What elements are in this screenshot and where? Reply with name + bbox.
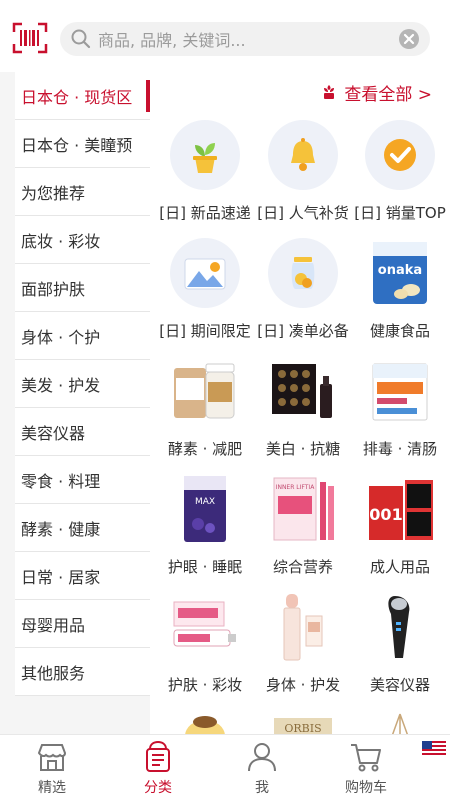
check-badge-icon xyxy=(365,120,435,190)
category-label: 健康食品 xyxy=(369,322,430,340)
tab-label: 我 xyxy=(255,780,269,796)
sidebar-item-japan-contacts[interactable]: 日本仓 · 美瞳预 xyxy=(15,120,150,168)
beauty-device xyxy=(365,592,435,662)
category-bag-icon xyxy=(146,741,170,772)
cart-icon xyxy=(351,744,381,772)
category-label: 身体 · 护发 xyxy=(265,676,341,694)
tripod-stand xyxy=(365,710,435,734)
person-icon xyxy=(248,743,276,772)
blueberry-supplement-pack: MAX xyxy=(170,474,240,544)
category-label: 美白 · 抗糖 xyxy=(265,440,341,458)
top-header: 商品, 品牌, 关键词... xyxy=(0,0,450,72)
category-label: [日] 新品速递 xyxy=(159,204,251,222)
sidebar-item-home[interactable]: 日常 · 居家 xyxy=(15,552,150,600)
search-bar[interactable]: 商品, 品牌, 关键词... xyxy=(60,22,430,56)
category-label: 成人用品 xyxy=(369,558,430,576)
svg-text:INNER LIFTIA: INNER LIFTIA xyxy=(276,484,316,491)
clear-search-icon[interactable] xyxy=(398,28,420,50)
detox-supplement-box xyxy=(365,356,435,426)
store-icon xyxy=(37,744,67,771)
tab-category[interactable]: 分类 xyxy=(118,741,198,799)
black-gift-box xyxy=(268,356,338,426)
bell-icon xyxy=(268,120,338,190)
search-placeholder[interactable]: 商品, 品牌, 关键词... xyxy=(98,27,398,51)
sidebar-item-label: 母婴用品 xyxy=(21,615,86,635)
category-label: 综合营养 xyxy=(272,558,333,576)
flower-icon xyxy=(324,85,335,99)
sidebar-item-hair-care[interactable]: 美发 · 护发 xyxy=(15,360,150,408)
category-label: 美容仪器 xyxy=(369,676,430,694)
sidebar-item-beauty-devices[interactable]: 美容仪器 xyxy=(15,408,150,456)
coin-jar-icon xyxy=(268,238,338,308)
tab-featured[interactable]: 精选 xyxy=(12,741,92,799)
view-all-link[interactable]: 查看全部 > xyxy=(320,80,432,105)
sidebar-item-label: 其他服务 xyxy=(21,663,86,683)
sidebar-item-label: 零食 · 料理 xyxy=(21,471,101,491)
svg-text:001: 001 xyxy=(369,505,402,524)
category-label: 护肤 · 彩妆 xyxy=(167,676,243,694)
category-label: [日] 销量TOP xyxy=(354,204,446,222)
inner-lifta-box: INNER LIFTIA xyxy=(268,474,338,544)
category-label: 酵素 · 减肥 xyxy=(167,440,243,458)
sidebar-item-facial-care[interactable]: 面部护肤 xyxy=(15,264,150,312)
category-label: [日] 人气补货 xyxy=(257,204,349,222)
enzyme-bottle xyxy=(170,356,240,426)
category-label: 排毒 · 清肠 xyxy=(362,440,438,458)
category-label: [日] 期间限定 xyxy=(159,322,251,340)
pompompurin-plush xyxy=(170,710,240,734)
mountain-sun-icon xyxy=(170,238,240,308)
category-label: [日] 凑单必备 xyxy=(257,322,349,340)
sidebar-item-body-care[interactable]: 身体 · 个护 xyxy=(15,312,150,360)
sidebar-item-label: 酵素 · 健康 xyxy=(21,519,101,539)
search-icon xyxy=(71,29,91,49)
sidebar-item-makeup[interactable]: 底妆 · 彩妆 xyxy=(15,216,150,264)
sidebar-item-label: 身体 · 个护 xyxy=(21,327,101,347)
tab-me[interactable]: 我 xyxy=(222,741,302,799)
lip-balm-stick xyxy=(268,592,338,662)
skincare-tube-box xyxy=(170,592,240,662)
sidebar-item-snacks[interactable]: 零食 · 料理 xyxy=(15,456,150,504)
sidebar-item-label: 日本仓 · 美瞳预 xyxy=(21,135,133,155)
sidebar-item-label: 为您推荐 xyxy=(21,183,86,203)
orbis-box: ORBIS xyxy=(268,710,338,734)
onaka-supplement-bag: onaka xyxy=(365,238,435,308)
condom-boxes: 001 xyxy=(365,474,435,544)
tab-cart[interactable]: 购物车 xyxy=(326,741,406,799)
tab-label: 精选 xyxy=(38,780,66,796)
category-grid: 查看全部 > [日] 新品速递 [日] 人气补货 [日] 销量TOP [日] 期… xyxy=(150,72,450,734)
view-all-label: 查看全部 > xyxy=(344,84,432,105)
sidebar-item-label: 日本仓 · 现货区 xyxy=(21,87,133,107)
svg-text:ORBIS: ORBIS xyxy=(284,722,321,734)
sidebar-item-other[interactable]: 其他服务 xyxy=(15,648,150,696)
tab-label: 分类 xyxy=(144,780,172,796)
bottom-tab-bar: 精选 分类 我 购物车 xyxy=(0,734,450,800)
sidebar-item-label: 美发 · 护发 xyxy=(21,375,101,395)
potted-sprout-icon xyxy=(170,120,240,190)
category-sidebar: 日本仓 · 现货区 日本仓 · 美瞳预 为您推荐 底妆 · 彩妆 面部护肤 身体… xyxy=(0,72,150,734)
sidebar-item-label: 底妆 · 彩妆 xyxy=(21,231,101,251)
sidebar-item-label: 面部护肤 xyxy=(21,279,86,299)
sidebar-item-label: 美容仪器 xyxy=(21,423,86,443)
sidebar-item-label: 日常 · 居家 xyxy=(21,567,101,587)
barcode-scan-icon[interactable] xyxy=(12,22,48,54)
category-label: 护眼 · 睡眠 xyxy=(167,558,243,576)
sidebar-item-recommended[interactable]: 为您推荐 xyxy=(15,168,150,216)
svg-text:MAX: MAX xyxy=(195,497,215,507)
sidebar-item-enzyme-health[interactable]: 酵素 · 健康 xyxy=(15,504,150,552)
svg-text:onaka: onaka xyxy=(378,263,422,278)
sidebar-item-baby[interactable]: 母婴用品 xyxy=(15,600,150,648)
sidebar-item-japan-instock[interactable]: 日本仓 · 现货区 xyxy=(15,72,150,120)
tab-label: 购物车 xyxy=(345,780,387,796)
us-flag-icon[interactable] xyxy=(422,741,446,755)
